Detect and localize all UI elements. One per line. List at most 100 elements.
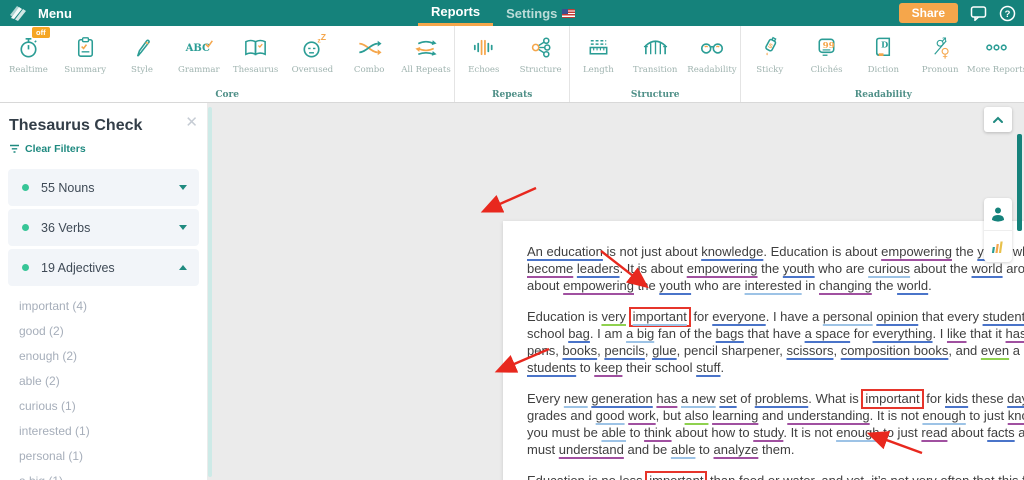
help-icon[interactable]: ? <box>999 5 1016 22</box>
report-more-reports[interactable]: More Reports <box>969 26 1024 87</box>
noun-word[interactable]: set <box>719 391 736 406</box>
report-sticky[interactable]: SSticky <box>741 26 798 87</box>
clear-filters-button[interactable]: Clear Filters <box>0 135 207 155</box>
verb-word[interactable]: understand <box>559 442 624 457</box>
word-list-item[interactable]: personal (1) <box>0 443 207 468</box>
verb-word[interactable]: has <box>1006 326 1024 341</box>
report-readability[interactable]: Readability <box>684 26 741 87</box>
noun-word[interactable]: a space <box>805 326 851 341</box>
verb-word[interactable]: become <box>527 261 573 276</box>
verb-word[interactable]: work <box>628 408 655 423</box>
adj-word[interactable]: curious <box>868 261 910 276</box>
verb-word[interactable]: empowering <box>881 244 952 259</box>
highlighted-word[interactable]: important <box>629 307 691 327</box>
noun-word[interactable]: water <box>783 473 814 480</box>
word-list-item[interactable]: a big (1) <box>0 468 207 480</box>
noun-word[interactable]: world <box>897 278 928 293</box>
verb-word[interactable]: study <box>753 425 783 440</box>
verb-word[interactable]: know <box>1008 408 1024 423</box>
adj-word[interactable]: new <box>564 391 588 406</box>
verb-word[interactable]: read <box>921 425 947 440</box>
verb-word[interactable]: understanding <box>787 408 869 423</box>
highlighted-word[interactable]: important <box>645 471 707 480</box>
noun-word[interactable]: days <box>1007 391 1024 406</box>
close-panel-icon[interactable]: ✕ <box>185 113 198 131</box>
noun-word[interactable]: scissors <box>787 343 834 358</box>
adj-word[interactable]: a new <box>681 391 716 406</box>
adj-word[interactable]: good <box>596 408 625 423</box>
report-combo[interactable]: Combo <box>341 26 398 87</box>
word-list-item[interactable]: enough (2) <box>0 343 207 368</box>
noun-word[interactable]: food <box>739 473 764 480</box>
word-list-item[interactable]: interested (1) <box>0 418 207 443</box>
tab-settings[interactable]: Settings <box>493 0 588 26</box>
adv-word[interactable]: very <box>601 309 626 324</box>
report-clichés[interactable]: 99Clichés <box>798 26 855 87</box>
document-page[interactable]: An education is not just about knowledge… <box>503 221 1024 480</box>
word-list-item[interactable]: good (2) <box>0 318 207 343</box>
goals-chart-icon[interactable] <box>984 230 1012 263</box>
report-diction[interactable]: DDiction <box>855 26 912 87</box>
adj-word[interactable]: enough <box>836 425 879 440</box>
adv-word[interactable]: also <box>685 408 709 423</box>
section-19-adjectives[interactable]: 19 Adjectives <box>8 249 199 286</box>
adv-word[interactable]: yet <box>847 473 864 480</box>
adv-word[interactable]: even <box>981 343 1009 358</box>
sidebar-scrollbar[interactable] <box>208 107 212 477</box>
report-realtime[interactable]: offRealtime <box>0 26 57 87</box>
adj-word[interactable]: able <box>671 442 696 457</box>
verb-word[interactable]: keep <box>594 360 622 375</box>
noun-word[interactable]: knowledge <box>701 244 763 259</box>
adv-word[interactable]: very <box>912 473 937 480</box>
noun-word[interactable]: everyone <box>712 309 765 324</box>
highlighted-word[interactable]: important <box>861 389 923 409</box>
report-thesaurus[interactable]: Thesaurus <box>227 26 284 87</box>
report-echoes[interactable]: Echoes <box>455 26 512 87</box>
noun-word[interactable]: students <box>527 360 576 375</box>
noun-word[interactable]: pencils <box>604 343 644 358</box>
word-list-item[interactable]: important (4) <box>0 293 207 318</box>
noun-word[interactable]: composition books <box>841 343 949 358</box>
noun-word[interactable]: facts <box>987 425 1014 440</box>
menu-button[interactable]: Menu <box>38 6 72 21</box>
noun-word[interactable]: world <box>972 261 1003 276</box>
noun-word[interactable]: kids <box>945 391 968 406</box>
noun-word[interactable]: student <box>983 309 1024 324</box>
report-pronoun[interactable]: ♂♀Pronoun <box>912 26 969 87</box>
verb-word[interactable]: learning <box>712 408 758 423</box>
verb-word[interactable]: changing <box>819 278 872 293</box>
noun-word[interactable]: generation <box>591 391 652 406</box>
noun-word[interactable]: youth <box>659 278 691 293</box>
noun-word[interactable]: glue <box>652 343 677 358</box>
verb-word[interactable]: has <box>656 391 677 406</box>
noun-word[interactable]: opinion <box>876 309 918 324</box>
word-list-item[interactable]: curious (1) <box>0 393 207 418</box>
tab-reports[interactable]: Reports <box>418 0 493 26</box>
noun-word[interactable]: everything <box>873 326 933 341</box>
noun-word[interactable]: bag <box>568 326 590 341</box>
verb-word[interactable]: empowering <box>563 278 634 293</box>
noun-word[interactable]: problems <box>755 391 808 406</box>
word-list-item[interactable]: able (2) <box>0 368 207 393</box>
adv-word[interactable]: often <box>940 473 969 480</box>
adj-word[interactable]: personal <box>823 309 873 324</box>
noun-word[interactable]: leaders <box>577 261 620 276</box>
noun-word[interactable]: stuff <box>696 360 720 375</box>
section-36-verbs[interactable]: 36 Verbs <box>8 209 199 246</box>
noun-word[interactable]: youth <box>783 261 815 276</box>
chat-icon[interactable] <box>970 5 987 21</box>
report-length[interactable]: Length <box>570 26 627 87</box>
report-transition[interactable]: Transition <box>627 26 684 87</box>
report-style[interactable]: Style <box>114 26 171 87</box>
section-55-nouns[interactable]: 55 Nouns <box>8 169 199 206</box>
profile-icon[interactable] <box>984 198 1012 230</box>
report-structure[interactable]: Structure <box>512 26 569 87</box>
report-grammar[interactable]: ABCGrammar <box>170 26 227 87</box>
adj-word[interactable]: a big <box>626 326 654 341</box>
noun-word[interactable]: An education <box>527 244 603 259</box>
report-summary[interactable]: Summary <box>57 26 114 87</box>
share-button[interactable]: Share <box>899 3 958 23</box>
noun-word[interactable]: bags <box>716 326 744 341</box>
noun-word[interactable]: books <box>562 343 597 358</box>
scroll-to-top-button[interactable] <box>984 107 1012 132</box>
